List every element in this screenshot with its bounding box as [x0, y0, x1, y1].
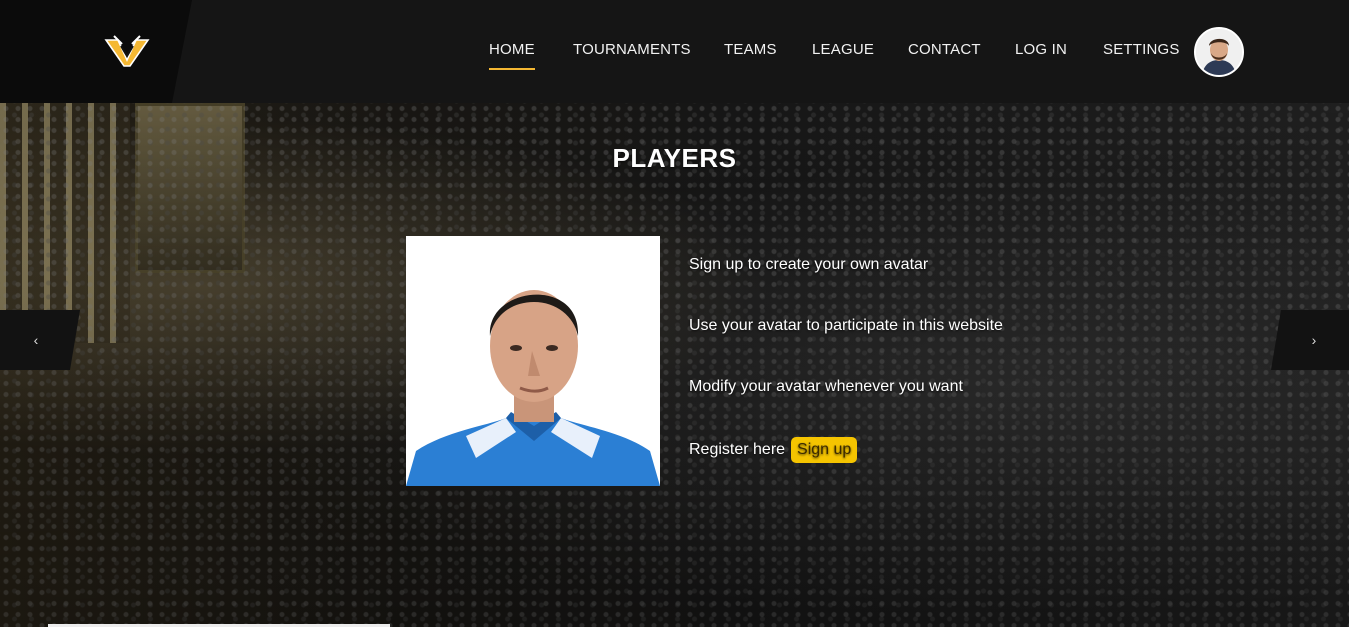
nav-item-league[interactable]: LEAGUE — [812, 41, 874, 58]
main-nav: HOME TOURNAMENTS TEAMS LEAGUE CONTACT LO… — [0, 0, 1349, 103]
section-title: PLAYERS — [612, 143, 737, 173]
nav-item-home[interactable]: HOME — [489, 41, 535, 70]
info-line-modify: Modify your avatar whenever you want — [689, 378, 963, 395]
hero-banner: PLAYERS Sign up to create your own avata… — [0, 103, 1349, 627]
nav-item-login[interactable]: LOG IN — [1015, 41, 1067, 58]
chevron-right-icon: › — [1311, 332, 1317, 348]
player-photo — [406, 236, 660, 486]
chevron-left-icon: ‹ — [33, 332, 39, 348]
carousel-prev-button[interactable]: ‹ — [0, 310, 80, 370]
user-avatar[interactable] — [1194, 27, 1244, 77]
nav-item-contact[interactable]: CONTACT — [908, 41, 981, 58]
carousel-next-button[interactable]: › — [1271, 310, 1349, 370]
signup-button[interactable]: Sign up — [791, 437, 858, 463]
hero-overlay — [0, 103, 1349, 627]
nav-item-settings[interactable]: SETTINGS — [1103, 41, 1180, 58]
info-line-participate: Use your avatar to participate in this w… — [689, 317, 1003, 334]
player-avatar-image — [406, 236, 660, 486]
info-line-create-avatar: Sign up to create your own avatar — [689, 256, 929, 273]
site-header: HOME TOURNAMENTS TEAMS LEAGUE CONTACT LO… — [0, 0, 1349, 103]
register-row: Register here Sign up — [689, 437, 858, 463]
nav-item-teams[interactable]: TEAMS — [724, 41, 777, 58]
nav-item-tournaments[interactable]: TOURNAMENTS — [573, 41, 691, 58]
user-avatar-image — [1196, 29, 1242, 75]
register-label: Register here — [689, 441, 786, 458]
